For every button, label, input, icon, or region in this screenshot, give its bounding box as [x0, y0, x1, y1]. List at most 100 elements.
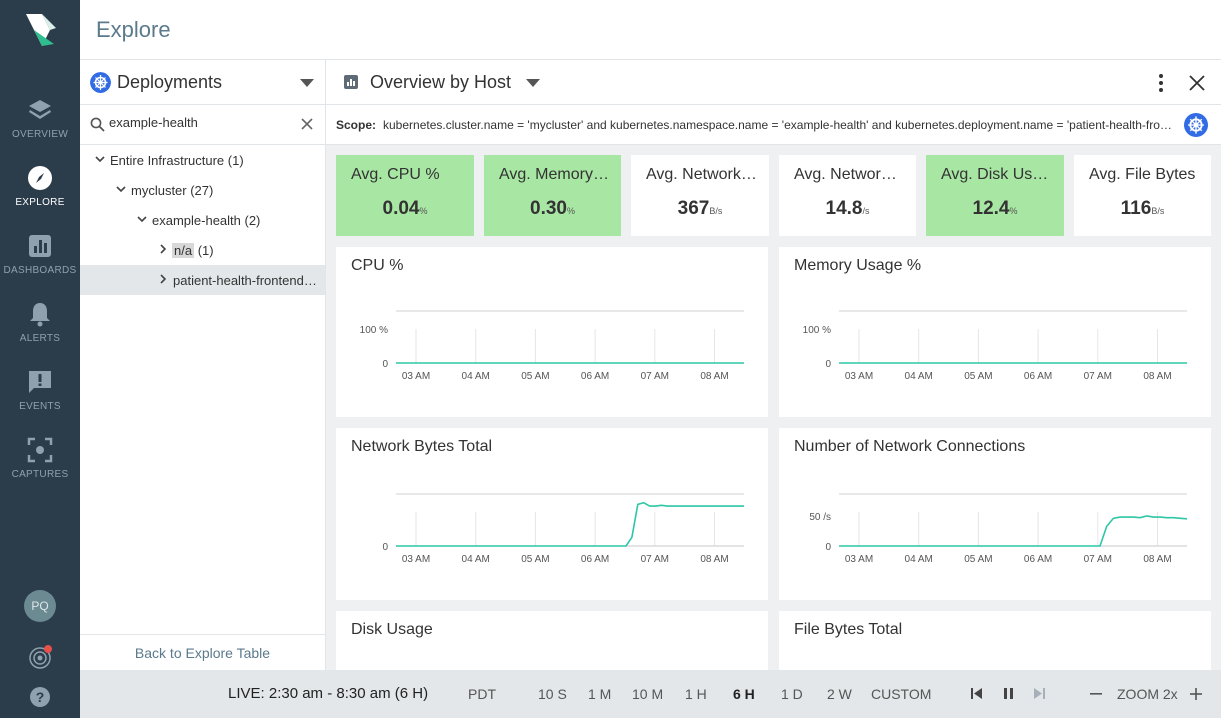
y-tick-label: 100 %: [803, 325, 831, 336]
nav-events[interactable]: EVENTS: [0, 369, 80, 429]
layers-icon: [29, 100, 51, 119]
close-icon[interactable]: [1189, 75, 1205, 91]
search-input[interactable]: [109, 115, 289, 130]
nav-captures[interactable]: CAPTURES: [0, 437, 80, 497]
tree-item-example-health[interactable]: example-health (2): [80, 205, 325, 235]
kpi-avg-disk-usage[interactable]: Avg. Disk Usage % 12.4%: [926, 155, 1064, 236]
kpi-value: 0.04%: [336, 198, 474, 220]
chart-memory[interactable]: 100 % 0 03 AM 04 AM 05 AM 06 AM 07 AM 08 AM Mem…: [779, 247, 1211, 417]
kpi-avg-file-bytes[interactable]: Avg. File Bytes 116B/s: [1074, 155, 1211, 236]
kpi-unit: %: [1009, 206, 1018, 216]
chart-disk-usage[interactable]: Disk Usage: [336, 611, 768, 670]
range-2w[interactable]: 2 W: [827, 686, 852, 702]
chevron-down-icon[interactable]: [300, 79, 314, 87]
pause-icon[interactable]: [1003, 688, 1014, 699]
range-10m[interactable]: 10 M: [632, 686, 663, 702]
y-tick-label: 50 /s: [809, 512, 831, 523]
kpi-number: 0.30: [530, 198, 567, 219]
tree-item-patient-health-frontend[interactable]: patient-health-frontend (1): [80, 265, 325, 295]
kpi-number: 0.04: [382, 198, 420, 219]
range-custom[interactable]: CUSTOM: [871, 686, 931, 702]
scope-expression[interactable]: kubernetes.cluster.name = 'mycluster' an…: [383, 118, 1178, 132]
range-6h[interactable]: 6 H: [733, 686, 755, 702]
chevron-right-icon[interactable]: [158, 244, 168, 254]
range-1h[interactable]: 1 H: [685, 686, 707, 702]
skip-back-icon[interactable]: [971, 688, 982, 699]
kpi-title: Avg. CPU %: [351, 166, 440, 183]
kpi-value: 116B/s: [1074, 198, 1211, 220]
chevron-down-icon[interactable]: [137, 214, 147, 224]
search-bar: [80, 105, 325, 145]
grouping-selector[interactable]: Deployments: [80, 60, 325, 105]
kpi-title: Avg. File Bytes: [1089, 166, 1196, 183]
chart-network-bytes[interactable]: 0 03 AM 04 AM 05 AM 06 AM 07 AM 08 AM Network …: [336, 428, 768, 600]
nav-label-dashboards: DASHBOARDS: [3, 265, 77, 276]
tree-item-na[interactable]: n/a (1): [80, 235, 325, 265]
chart-cpu[interactable]: 100 % 0 03 AM 04 AM 05 AM 06 AM 07 AM 08 AM CPU…: [336, 247, 768, 417]
chevron-down-icon[interactable]: [95, 154, 105, 164]
y-tick-label: 0: [825, 542, 831, 553]
chart-title: Network Bytes Total: [351, 438, 493, 455]
x-tick-label: 08 AM: [700, 554, 728, 565]
skip-forward-icon[interactable]: [1034, 688, 1045, 699]
clear-search-icon[interactable]: [300, 117, 314, 131]
chart-title: Disk Usage: [351, 621, 433, 638]
x-tick-label: 05 AM: [964, 371, 992, 382]
x-tick-label: 03 AM: [402, 371, 430, 382]
kpi-avg-cpu[interactable]: Avg. CPU % 0.04%: [336, 155, 474, 236]
kpi-number: 14.8: [825, 198, 863, 219]
kpi-unit: B/s: [1151, 206, 1165, 216]
svg-text:?: ?: [36, 689, 45, 705]
tree-item-entire-infrastructure[interactable]: Entire Infrastructure (1): [80, 145, 325, 175]
bar-chart-icon: [29, 235, 51, 257]
grouping-title: Deployments: [117, 72, 223, 92]
chart-network-connections[interactable]: 50 /s 0 03 AM 04 AM 05 AM 06 AM 07 AM 08 AM Num…: [779, 428, 1211, 600]
dashboard-title[interactable]: Overview by Host: [370, 72, 511, 93]
scope-bar: Scope: kubernetes.cluster.name = 'myclus…: [326, 105, 1221, 145]
range-10s[interactable]: 10 S: [538, 686, 567, 702]
y-tick-label: 100 %: [360, 325, 388, 336]
x-tick-label: 07 AM: [641, 554, 669, 565]
avatar[interactable]: PQ: [24, 590, 56, 622]
tree-item-mycluster[interactable]: mycluster (27): [80, 175, 325, 205]
kpi-unit: %: [566, 206, 575, 216]
timezone-label[interactable]: PDT: [468, 686, 496, 702]
series-line: [396, 501, 744, 547]
more-options-icon[interactable]: [1156, 73, 1166, 93]
nav-alerts[interactable]: ALERTS: [0, 301, 80, 361]
range-1d[interactable]: 1 D: [781, 686, 803, 702]
chevron-down-icon[interactable]: [116, 184, 126, 194]
search-highlight: n/a: [172, 243, 195, 258]
tree-item-label: mycluster (27): [131, 183, 214, 198]
kpi-title: Avg. Disk Usage %: [941, 166, 1052, 183]
x-tick-label: 03 AM: [845, 371, 873, 382]
range-1m[interactable]: 1 M: [588, 686, 611, 702]
x-tick-label: 05 AM: [964, 554, 992, 565]
help-icon[interactable]: ?: [29, 686, 51, 708]
x-tick-label: 06 AM: [1024, 554, 1052, 565]
kpi-avg-memory[interactable]: Avg. Memory Usage % 0.30%: [484, 155, 621, 236]
y-tick-label: 0: [382, 359, 388, 370]
zoom-in-icon[interactable]: [1190, 688, 1202, 700]
x-tick-label: 08 AM: [1143, 554, 1171, 565]
notifications-icon[interactable]: [28, 644, 54, 670]
zoom-out-icon[interactable]: [1090, 693, 1102, 695]
kpi-avg-network-connections[interactable]: Avg. Network Connections 14.8/s: [779, 155, 916, 236]
nav-overview[interactable]: OVERVIEW: [0, 97, 80, 157]
nav-explore[interactable]: EXPLORE: [0, 165, 80, 225]
back-to-explore-table-link[interactable]: Back to Explore Table: [80, 634, 325, 670]
dashboard-header: Overview by Host: [326, 60, 1221, 105]
kpi-avg-network-bytes[interactable]: Avg. Network Bytes 367B/s: [631, 155, 769, 236]
chevron-right-icon[interactable]: [158, 274, 168, 284]
chevron-down-icon[interactable]: [526, 79, 540, 87]
chart-icon: [344, 75, 358, 89]
x-tick-label: 03 AM: [402, 554, 430, 565]
chart-title: Number of Network Connections: [794, 438, 1026, 455]
kpi-unit: B/s: [709, 206, 723, 216]
nav-dashboards[interactable]: DASHBOARDS: [0, 233, 80, 293]
chart-title: Memory Usage %: [794, 257, 922, 274]
left-navigation: OVERVIEW EXPLORE DASHBOARDS ALERTS EVENT…: [0, 0, 80, 718]
logo-icon[interactable]: [20, 10, 60, 50]
kubernetes-icon: [90, 72, 111, 93]
chart-file-bytes-total[interactable]: File Bytes Total: [779, 611, 1211, 670]
